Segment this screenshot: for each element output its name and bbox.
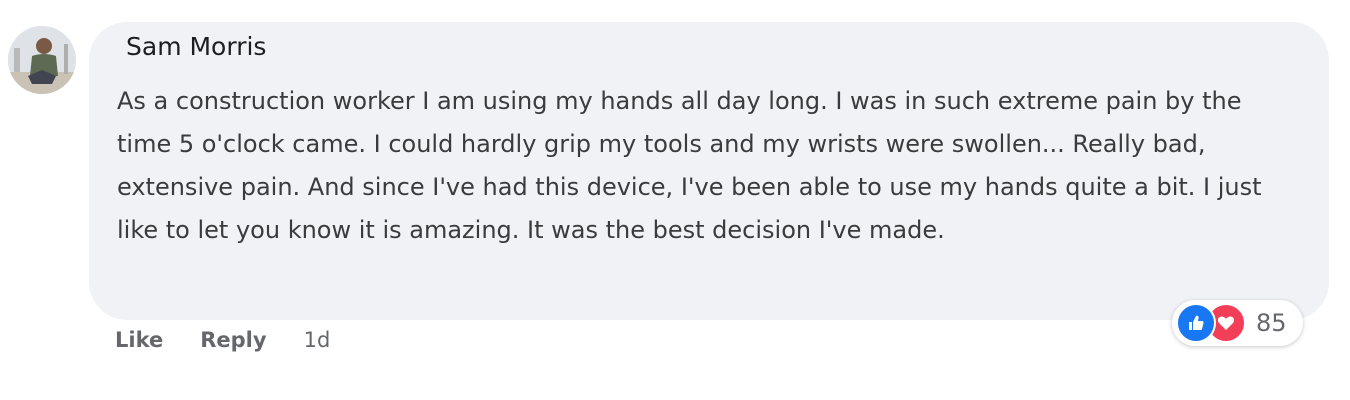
reaction-count: 85 — [1256, 309, 1287, 337]
reactions-summary[interactable]: 85 — [1172, 300, 1303, 346]
avatar[interactable] — [8, 26, 76, 94]
like-icon — [1176, 303, 1216, 343]
like-button[interactable]: Like — [115, 328, 163, 352]
comment-timestamp[interactable]: 1d — [304, 328, 331, 352]
reply-button[interactable]: Reply — [200, 328, 266, 352]
comment-text: As a construction worker I am using my h… — [117, 87, 1262, 244]
comment-actions: Like Reply 1d — [115, 324, 330, 356]
comment-author[interactable]: Sam Morris — [126, 32, 266, 61]
comment-bubble: Sam Morris As a construction worker I am… — [89, 22, 1329, 320]
